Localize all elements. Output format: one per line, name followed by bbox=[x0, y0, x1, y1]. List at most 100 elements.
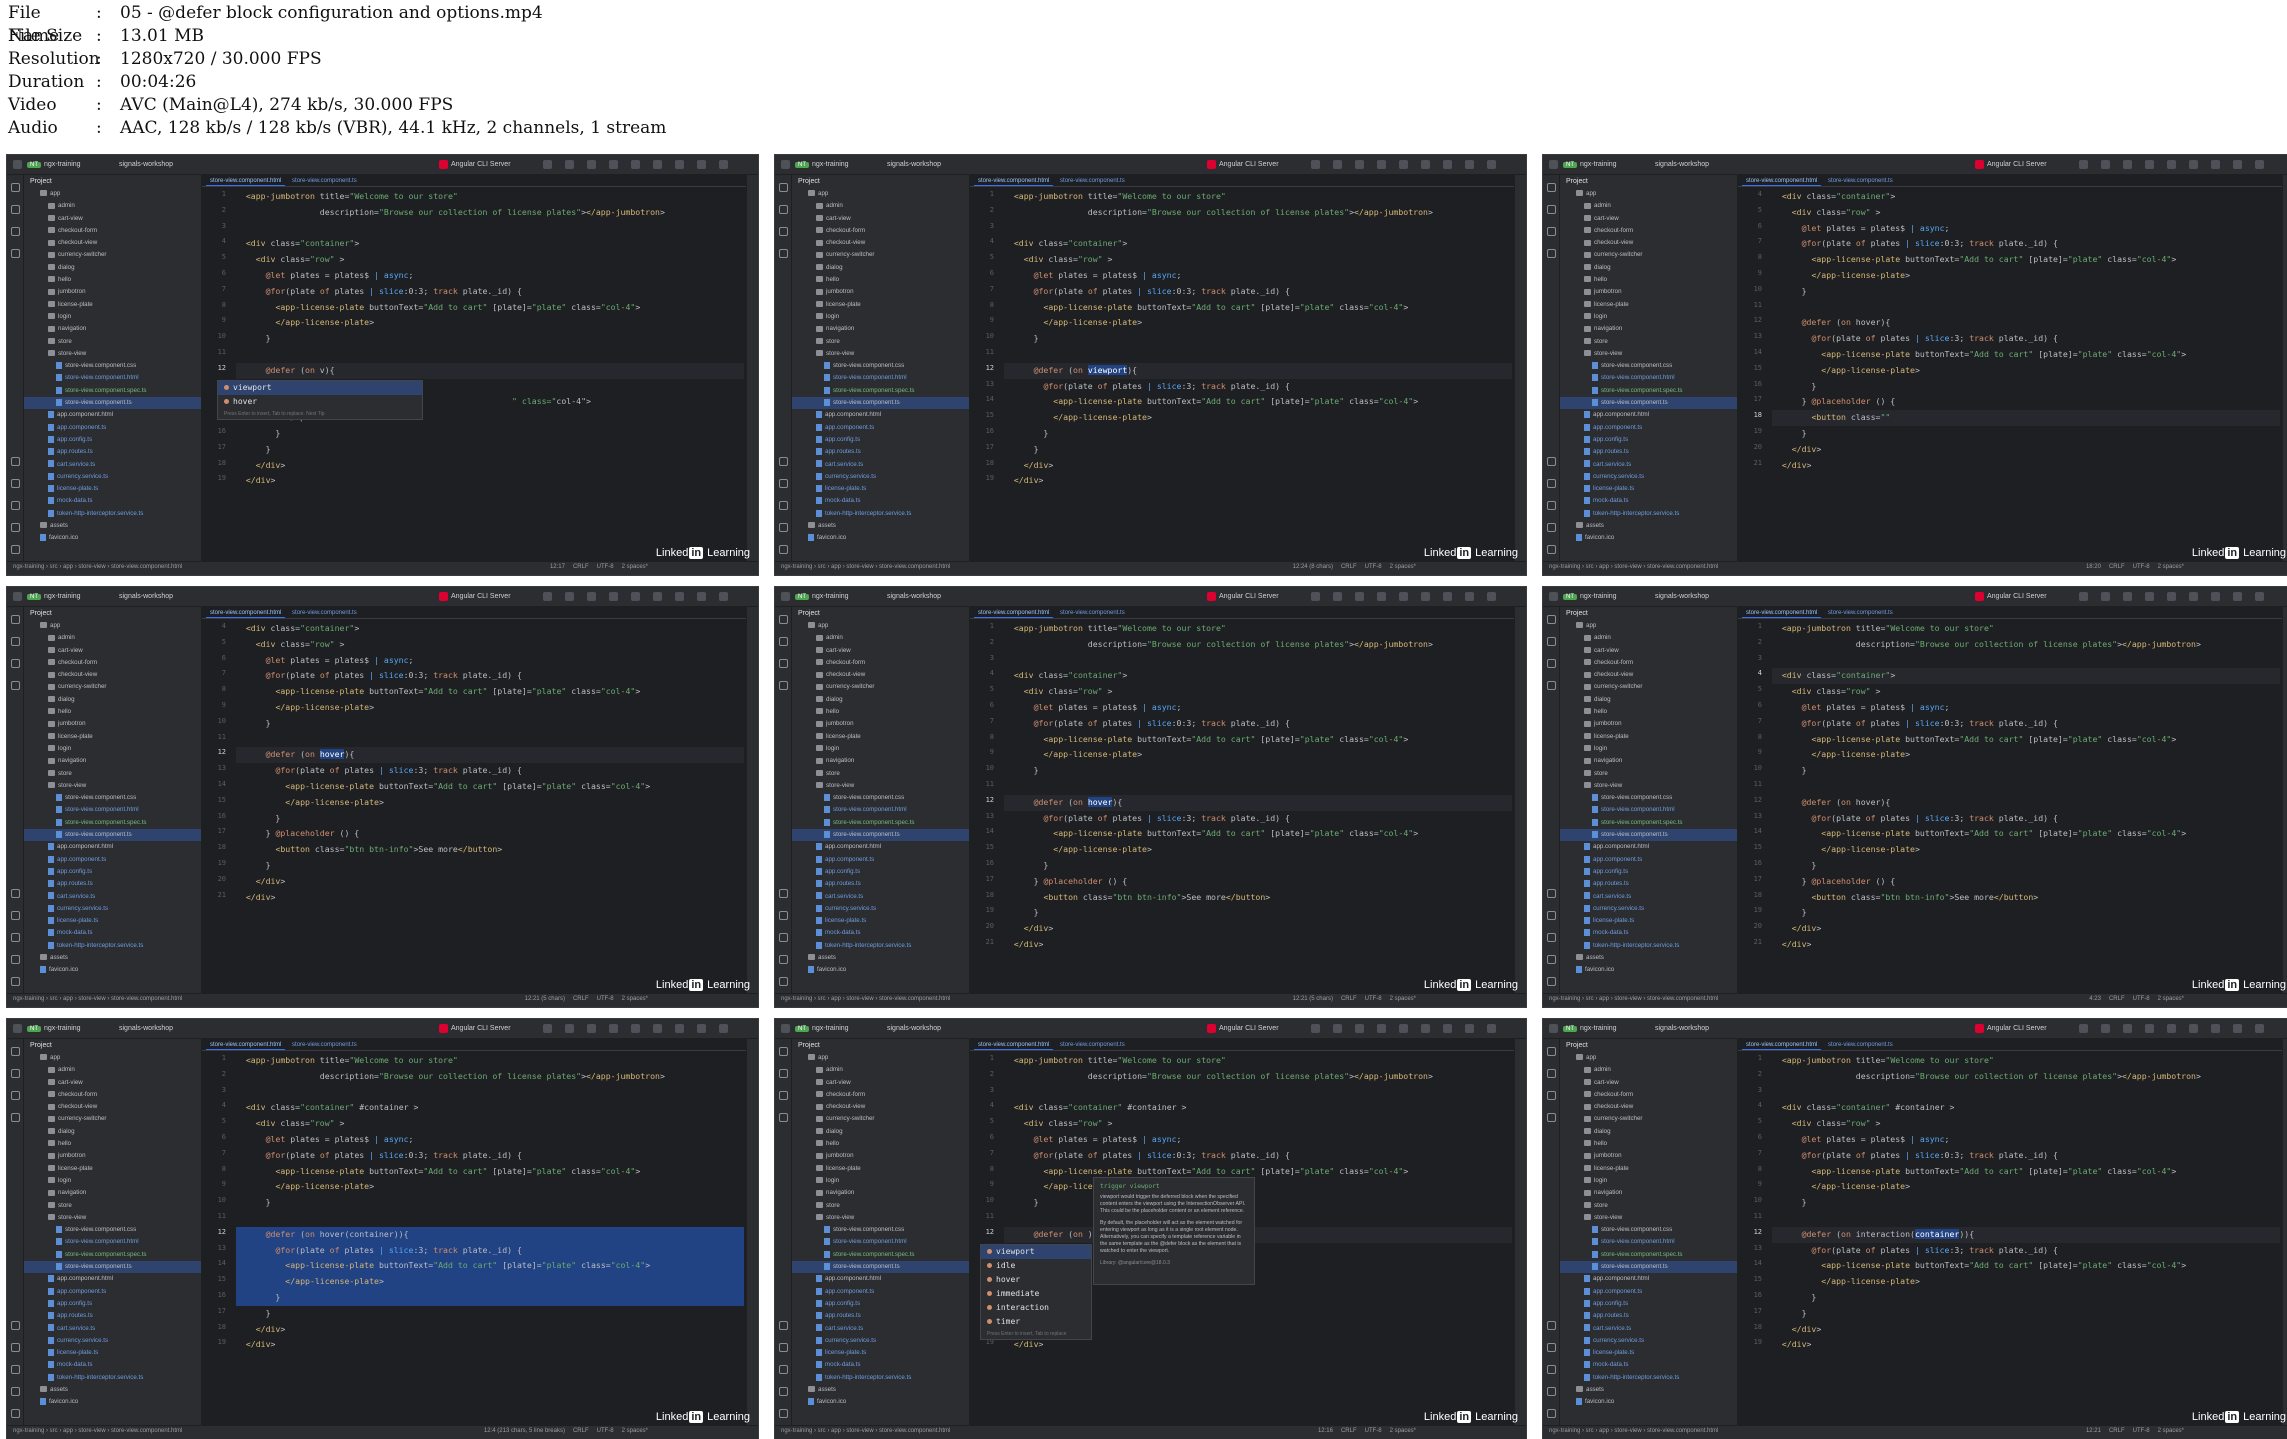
search-icon[interactable] bbox=[631, 160, 640, 169]
tree-folder[interactable]: jumbotron bbox=[1560, 1150, 1737, 1162]
project-switcher[interactable]: NT ngx-training bbox=[1563, 1022, 1617, 1035]
tree-folder[interactable]: store-view bbox=[1560, 348, 1737, 360]
tree-folder[interactable]: app bbox=[1560, 1052, 1737, 1064]
tree-file[interactable]: store-view.component.html bbox=[792, 372, 969, 384]
tree-file[interactable]: store-view.component.spec.ts bbox=[24, 385, 201, 397]
tree-folder[interactable]: cart-view bbox=[792, 1077, 969, 1089]
terminal-icon[interactable] bbox=[11, 501, 20, 510]
tree-file[interactable]: favicon.ico bbox=[792, 532, 969, 544]
git-icon[interactable] bbox=[1547, 1113, 1556, 1122]
structure-icon[interactable] bbox=[11, 1091, 20, 1100]
code-editor[interactable]: <app-jumbotron title="Welcome to our sto… bbox=[1772, 1053, 2280, 1425]
tree-file[interactable]: store-view.component.css bbox=[792, 1224, 969, 1236]
tree-file[interactable]: app.component.ts bbox=[24, 854, 201, 866]
commit-icon[interactable] bbox=[779, 205, 788, 214]
tree-folder[interactable]: cart-view bbox=[792, 213, 969, 225]
tree-folder[interactable]: store-view bbox=[792, 780, 969, 792]
tree-folder[interactable]: store bbox=[24, 1200, 201, 1212]
tree-file[interactable]: license-plate.ts bbox=[792, 915, 969, 927]
tree-folder[interactable]: admin bbox=[24, 200, 201, 212]
commit-icon[interactable] bbox=[11, 1069, 20, 1078]
tree-file[interactable]: app.config.ts bbox=[792, 434, 969, 446]
cursor-position[interactable]: 4:23 bbox=[2089, 996, 2101, 1002]
tree-folder[interactable]: checkout-form bbox=[792, 225, 969, 237]
project-switcher[interactable]: NT ngx-training bbox=[795, 1022, 849, 1035]
status-item[interactable]: CRLF bbox=[1341, 996, 1357, 1002]
tree-file[interactable]: app.component.html bbox=[792, 1273, 969, 1285]
tree-folder[interactable]: hello bbox=[792, 706, 969, 718]
tree-folder[interactable]: checkout-form bbox=[24, 225, 201, 237]
tree-folder[interactable]: store-view bbox=[24, 1212, 201, 1224]
tree-folder[interactable]: currency-switcher bbox=[792, 681, 969, 693]
tree-folder[interactable]: license-plate bbox=[1560, 1163, 1737, 1175]
tree-file[interactable]: app.routes.ts bbox=[1560, 1310, 1737, 1322]
tree-folder[interactable]: checkout-view bbox=[1560, 669, 1737, 681]
tree-folder[interactable]: dialog bbox=[1560, 1126, 1737, 1138]
status-item[interactable]: CRLF bbox=[573, 564, 589, 570]
autocomplete-item[interactable]: immediate bbox=[981, 1287, 1091, 1301]
search-icon[interactable] bbox=[1399, 1024, 1408, 1033]
run-icon[interactable] bbox=[1311, 592, 1320, 601]
tree-file[interactable]: token-http-interceptor.service.ts bbox=[1560, 1372, 1737, 1384]
tree-folder[interactable]: license-plate bbox=[24, 1163, 201, 1175]
run-config-selector[interactable]: Angular CLI Server bbox=[1219, 590, 1279, 603]
tree-folder[interactable]: currency-switcher bbox=[1560, 249, 1737, 261]
project-panel-header[interactable]: Project bbox=[792, 1039, 969, 1052]
tree-folder[interactable]: hello bbox=[24, 274, 201, 286]
run-config-selector[interactable]: Angular CLI Server bbox=[1987, 158, 2047, 171]
tree-file[interactable]: app.component.html bbox=[24, 1273, 201, 1285]
tree-folder[interactable]: checkout-view bbox=[1560, 1101, 1737, 1113]
status-item[interactable]: 2 spaces* bbox=[622, 1428, 648, 1434]
status-item[interactable]: CRLF bbox=[573, 996, 589, 1002]
status-item[interactable]: CRLF bbox=[1341, 564, 1357, 570]
tree-file[interactable]: token-http-interceptor.service.ts bbox=[1560, 940, 1737, 952]
structure-icon[interactable] bbox=[1547, 659, 1556, 668]
status-item[interactable]: 2 spaces* bbox=[622, 564, 648, 570]
tree-folder[interactable]: license-plate bbox=[792, 1163, 969, 1175]
git-icon[interactable] bbox=[11, 1113, 20, 1122]
tree-folder[interactable]: checkout-form bbox=[1560, 1089, 1737, 1101]
tree-folder[interactable]: jumbotron bbox=[24, 718, 201, 730]
tree-file[interactable]: store-view.component.spec.ts bbox=[792, 385, 969, 397]
status-item[interactable]: CRLF bbox=[1341, 1428, 1357, 1434]
structure-icon[interactable] bbox=[1547, 1091, 1556, 1100]
tree-file[interactable]: store-view.component.css bbox=[24, 360, 201, 372]
tree-file[interactable]: app.config.ts bbox=[1560, 434, 1737, 446]
tree-folder[interactable]: dialog bbox=[1560, 694, 1737, 706]
hamburger-menu-icon[interactable] bbox=[781, 592, 790, 601]
tree-folder[interactable]: navigation bbox=[792, 323, 969, 335]
tree-folder[interactable]: assets bbox=[24, 520, 201, 532]
minimize-icon[interactable] bbox=[675, 592, 684, 601]
status-item[interactable]: UTF-8 bbox=[1365, 564, 1382, 570]
code-editor[interactable]: <app-jumbotron title="Welcome to our sto… bbox=[236, 189, 744, 561]
branch-switcher[interactable]: signals-workshop bbox=[887, 1022, 941, 1035]
tree-file[interactable]: favicon.ico bbox=[792, 964, 969, 976]
tree-folder[interactable]: cart-view bbox=[24, 1077, 201, 1089]
tree-folder[interactable]: currency-switcher bbox=[24, 681, 201, 693]
branch-switcher[interactable]: signals-workshop bbox=[119, 158, 173, 171]
tree-folder[interactable]: dialog bbox=[792, 694, 969, 706]
hamburger-menu-icon[interactable] bbox=[781, 1024, 790, 1033]
search-icon[interactable] bbox=[2167, 1024, 2176, 1033]
breadcrumb[interactable]: ngx-training › src › app › store-view › … bbox=[1549, 996, 1718, 1002]
tree-file[interactable]: app.component.html bbox=[24, 409, 201, 421]
status-item[interactable]: UTF-8 bbox=[2133, 564, 2150, 570]
tree-folder[interactable]: cart-view bbox=[1560, 1077, 1737, 1089]
tab-ts[interactable]: store-view.component.ts bbox=[1824, 176, 1897, 186]
user-icon[interactable] bbox=[2145, 592, 2154, 601]
tree-folder[interactable]: app bbox=[1560, 620, 1737, 632]
breadcrumb[interactable]: ngx-training › src › app › store-view › … bbox=[13, 564, 182, 570]
close-icon[interactable] bbox=[719, 1024, 728, 1033]
problems-icon[interactable] bbox=[779, 523, 788, 532]
tree-folder[interactable]: app bbox=[1560, 188, 1737, 200]
tree-file[interactable]: cart.service.ts bbox=[792, 459, 969, 471]
settings-icon[interactable] bbox=[1421, 160, 1430, 169]
tree-folder[interactable]: dialog bbox=[1560, 262, 1737, 274]
status-item[interactable]: UTF-8 bbox=[2133, 996, 2150, 1002]
tree-file[interactable]: store-view.component.css bbox=[24, 792, 201, 804]
vcs-icon[interactable] bbox=[779, 977, 788, 986]
run-tool-icon[interactable] bbox=[1547, 911, 1556, 920]
settings-icon[interactable] bbox=[1421, 592, 1430, 601]
tree-file[interactable]: cart.service.ts bbox=[792, 1323, 969, 1335]
tree-file[interactable]: favicon.ico bbox=[792, 1396, 969, 1408]
